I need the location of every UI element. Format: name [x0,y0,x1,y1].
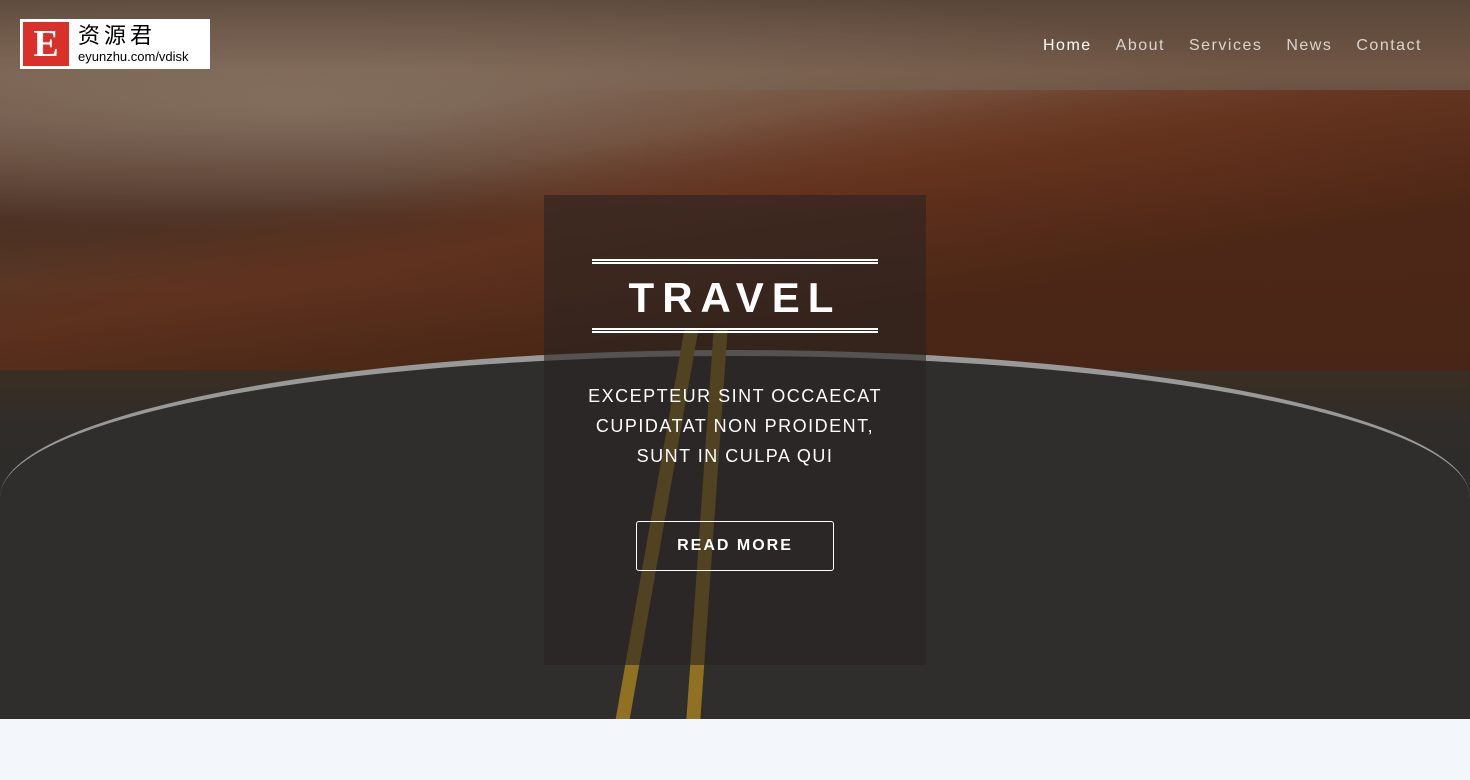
nav-news[interactable]: News [1286,37,1332,55]
logo-url: eyunzhu.com/vdisk [78,48,189,64]
logo-chinese: 资源君 [78,23,157,49]
hero-card: TRAVEL EXCEPTEUR SINT OCCAECAT CUPIDATAT… [544,195,926,665]
read-more-button[interactable]: READ MORE [636,521,834,571]
main-nav: Home About Services News Contact [1043,37,1422,55]
nav-home[interactable]: Home [1043,37,1092,55]
nav-contact[interactable]: Contact [1356,37,1422,55]
nav-about[interactable]: About [1116,37,1165,55]
nav-services[interactable]: Services [1189,37,1262,55]
logo-letter: E [23,22,69,66]
watermark-logo: E 资源君 eyunzhu.com/vdisk [20,19,210,69]
hero-description: EXCEPTEUR SINT OCCAECAT CUPIDATAT NON PR… [588,386,882,466]
hero-section: E 资源君 eyunzhu.com/vdisk Home About Servi… [0,0,1470,719]
hero-title: TRAVEL [592,259,878,333]
